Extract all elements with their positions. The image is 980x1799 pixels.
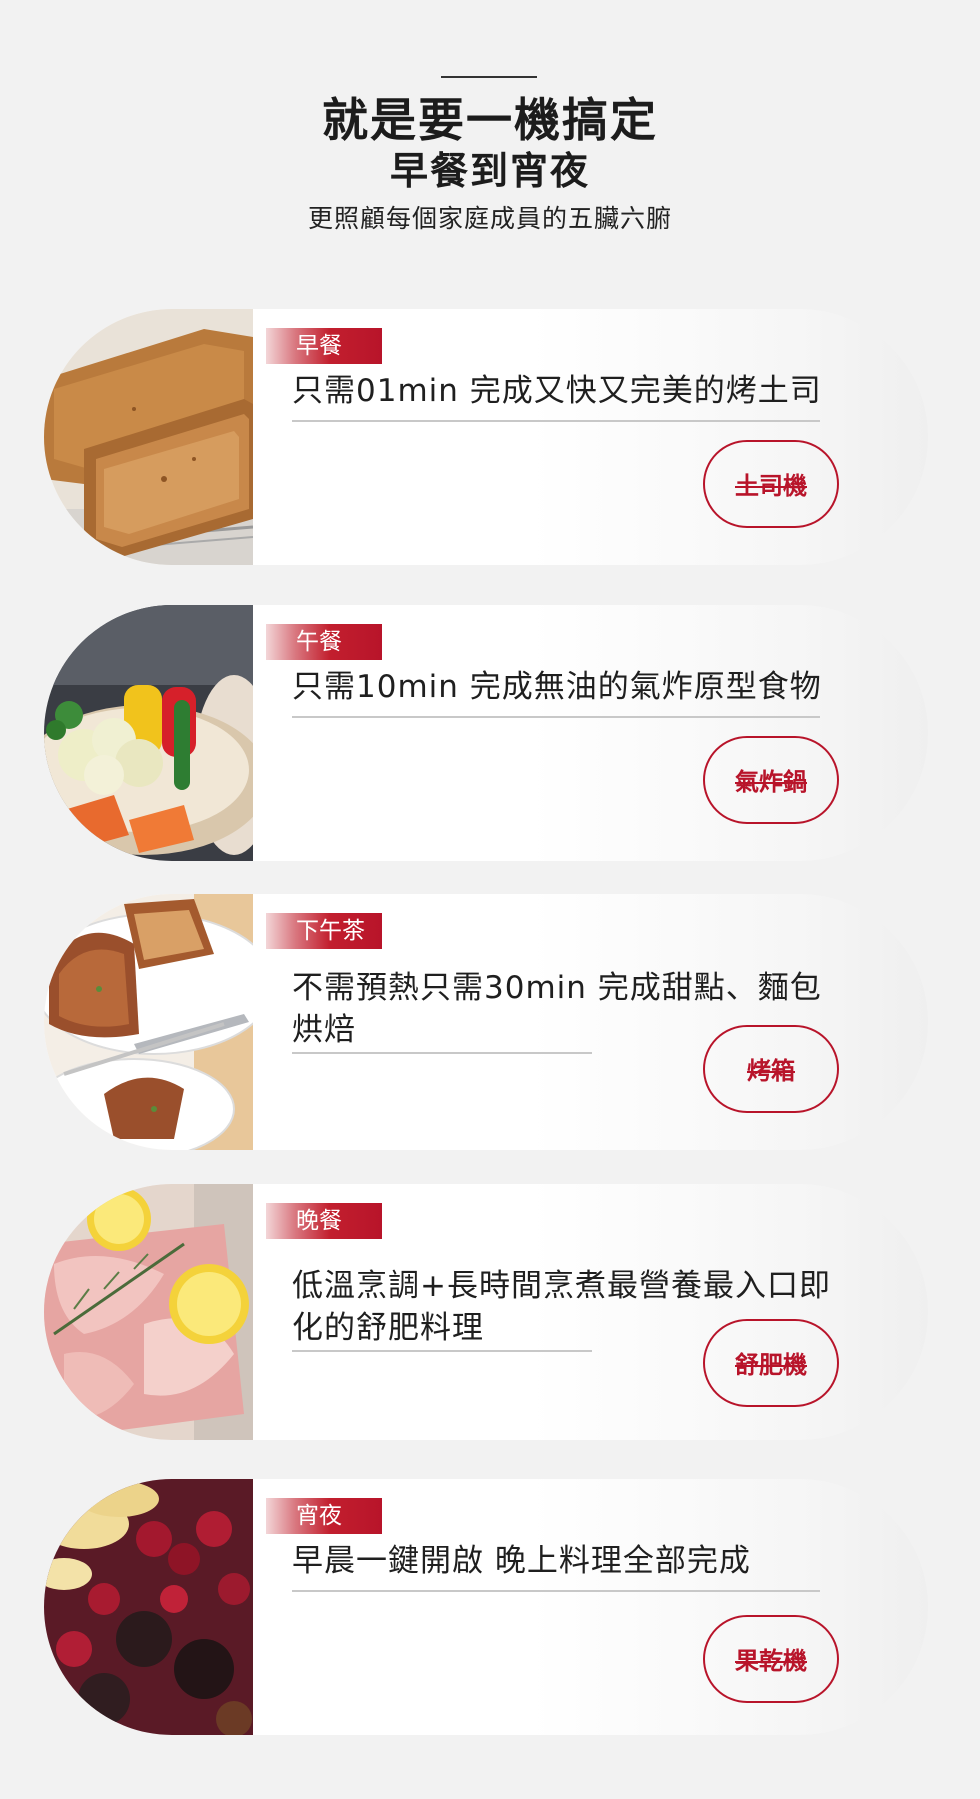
meal-card-afternoon-tea: 下午茶 不需預熱只需30min 完成甜點、麵包烘焙 烤箱: [44, 894, 928, 1150]
page-subtitle: 早餐到宵夜: [389, 149, 590, 193]
appliance-oven-button[interactable]: 烤箱: [703, 1025, 839, 1113]
appliance-toaster-button[interactable]: 土司機: [703, 440, 839, 528]
meal-card-dinner: 晚餐 低溫烹調+長時間烹煮最營養最入口即化的舒肥料理 舒肥機: [44, 1184, 928, 1440]
toast-photo: [44, 309, 253, 565]
meal-tag: 早餐: [266, 328, 382, 364]
text-underline: [292, 1052, 592, 1054]
meal-card-breakfast: 早餐 只需01min 完成又快又完美的烤土司 土司機: [44, 309, 928, 565]
sous-vide-meat-photo: [44, 1184, 253, 1440]
text-underline: [292, 420, 820, 422]
page-title: 就是要一機搞定: [322, 93, 658, 147]
page-description: 更照顧每個家庭成員的五臟六腑: [307, 204, 672, 233]
cake-photo: [44, 894, 253, 1150]
text-underline: [292, 1590, 820, 1592]
appliance-air-fryer-button[interactable]: 氣炸鍋: [703, 736, 839, 824]
meal-tag: 午餐: [266, 624, 382, 660]
meal-description: 只需10min 完成無油的氣炸原型食物: [292, 669, 822, 705]
text-underline: [292, 1350, 592, 1352]
header-divider: [441, 76, 537, 78]
meal-card-late-night: 宵夜 早晨一鍵開啟 晚上料理全部完成 果乾機: [44, 1479, 928, 1735]
meal-tag: 下午茶: [266, 913, 382, 949]
text-underline: [292, 716, 820, 718]
dried-fruit-photo: [44, 1479, 253, 1735]
meal-tag: 宵夜: [266, 1498, 382, 1534]
meal-description: 只需01min 完成又快又完美的烤土司: [292, 373, 822, 409]
appliance-fruit-dryer-button[interactable]: 果乾機: [703, 1615, 839, 1703]
meal-description: 早晨一鍵開啟 晚上料理全部完成: [292, 1543, 751, 1579]
meal-card-lunch: 午餐 只需10min 完成無油的氣炸原型食物 氣炸鍋: [44, 605, 928, 861]
appliance-sous-vide-button[interactable]: 舒肥機: [703, 1319, 839, 1407]
meal-tag: 晚餐: [266, 1203, 382, 1239]
vegetables-photo: [44, 605, 253, 861]
